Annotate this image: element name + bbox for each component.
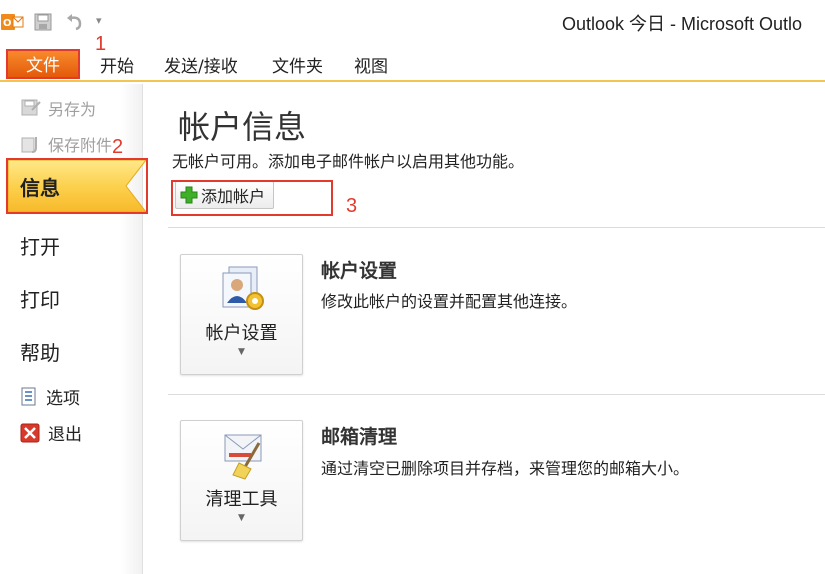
window-title: Outlook 今日 - Microsoft Outlo bbox=[562, 14, 803, 34]
save-as-icon bbox=[21, 99, 41, 116]
nav-exit-label: 退出 bbox=[48, 425, 82, 445]
tab-file[interactable]: 文件 bbox=[6, 49, 80, 79]
ribbon-tabs: 文件 开始 发送/接收 文件夹 视图 bbox=[0, 44, 825, 82]
nav-save-as-label: 另存为 bbox=[48, 100, 97, 119]
options-icon bbox=[21, 387, 36, 405]
nav-save-as[interactable]: 另存为 bbox=[20, 96, 96, 120]
section-divider bbox=[168, 227, 825, 228]
nav-open[interactable]: 打开 bbox=[20, 231, 60, 260]
highlight-add-account-box bbox=[171, 180, 333, 216]
nav-print[interactable]: 打印 bbox=[20, 284, 60, 313]
chevron-down-icon: ▼ bbox=[238, 513, 245, 523]
nav-save-attachments-label: 保存附件 bbox=[48, 136, 113, 155]
annotation-step-2: 2 bbox=[112, 136, 124, 158]
account-settings-icon bbox=[222, 266, 264, 310]
undo-icon[interactable] bbox=[64, 12, 86, 32]
annotation-step-3: 3 bbox=[346, 195, 358, 217]
save-icon[interactable] bbox=[33, 12, 55, 32]
title-bar: O ▾ Outlook 今日 - Microsoft Outlo bbox=[0, 0, 825, 44]
account-settings-button[interactable]: 帐户设置 ▼ bbox=[180, 254, 303, 375]
tab-folder[interactable]: 文件夹 bbox=[272, 52, 323, 77]
cleanup-tools-button[interactable]: 清理工具 ▼ bbox=[180, 420, 303, 541]
nav-save-attachments[interactable]: 保存附件 bbox=[20, 132, 112, 156]
highlight-info-box bbox=[6, 158, 148, 214]
mailbox-cleanup-title: 邮箱清理 bbox=[321, 426, 398, 448]
page-description: 无帐户可用。添加电子邮件帐户以启用其他功能。 bbox=[172, 152, 525, 171]
save-attachments-icon bbox=[21, 137, 37, 153]
nav-exit[interactable]: 退出 bbox=[20, 420, 82, 445]
nav-options-label: 选项 bbox=[46, 389, 80, 409]
mailbox-cleanup-description: 通过清空已删除项目并存档，来管理您的邮箱大小。 bbox=[321, 459, 690, 478]
tab-view[interactable]: 视图 bbox=[354, 52, 388, 77]
account-settings-button-label: 帐户设置 bbox=[205, 323, 278, 344]
exit-icon bbox=[20, 423, 40, 442]
mailbox-cleanup-icon bbox=[224, 434, 262, 480]
outlook-logo-icon[interactable]: O bbox=[0, 12, 24, 32]
nav-options[interactable]: 选项 bbox=[20, 384, 80, 409]
svg-text:O: O bbox=[3, 18, 12, 29]
tab-send-receive[interactable]: 发送/接收 bbox=[164, 52, 238, 77]
account-info-panel: 帐户信息 无帐户可用。添加电子邮件帐户以启用其他功能。 添加帐户 帐户设置 ▼ … bbox=[144, 84, 825, 574]
annotation-step-1: 1 bbox=[95, 33, 107, 55]
account-settings-description: 修改此帐户的设置并配置其他连接。 bbox=[321, 292, 578, 311]
cleanup-tools-button-label: 清理工具 bbox=[205, 489, 278, 510]
chevron-down-icon: ▼ bbox=[238, 347, 245, 357]
nav-help[interactable]: 帮助 bbox=[20, 337, 60, 366]
account-settings-title: 帐户设置 bbox=[321, 260, 398, 282]
page-title: 帐户信息 bbox=[178, 108, 307, 146]
quick-access-customize-icon[interactable]: ▾ bbox=[96, 14, 102, 27]
section-divider bbox=[168, 394, 825, 395]
